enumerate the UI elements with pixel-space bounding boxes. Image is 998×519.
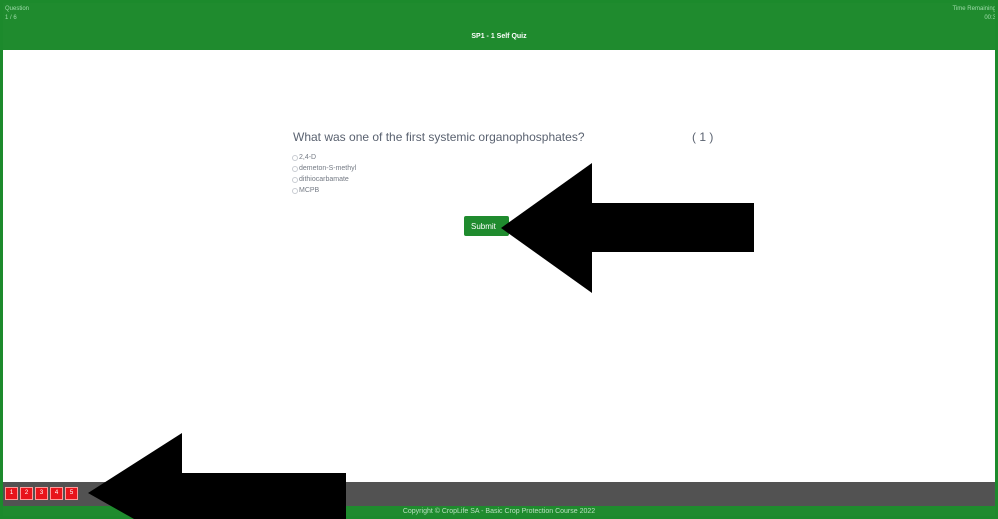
question-marks: ( 1 ) (692, 130, 714, 144)
radio-icon[interactable] (292, 154, 298, 161)
answer-option[interactable]: dithiocarbamate (292, 174, 356, 185)
quiz-title: SP1 - 1 Self Quiz (471, 33, 527, 40)
radio-icon[interactable] (292, 165, 298, 172)
question-nav-button-3[interactable]: 3 (35, 487, 48, 500)
question-navigation: 1 2 3 4 5 (5, 487, 78, 500)
arrow-annotation-icon (501, 163, 754, 293)
radio-icon[interactable] (292, 187, 298, 194)
answer-option[interactable]: MCPB (292, 185, 356, 196)
question-nav-button-4[interactable]: 4 (50, 487, 63, 500)
answer-option-label: dithiocarbamate (299, 176, 349, 183)
answer-option[interactable]: 2,4-D (292, 152, 356, 163)
quiz-header: Question 1 / 6 SP1 - 1 Self Quiz Time Re… (0, 0, 998, 50)
question-nav-button-2[interactable]: 2 (20, 487, 33, 500)
answer-option-label: 2,4-D (299, 154, 317, 161)
question-label: Question (5, 6, 30, 12)
question-nav-button-5[interactable]: 5 (65, 487, 78, 500)
question-counter: Question 1 / 6 (5, 5, 29, 23)
radio-icon[interactable] (292, 176, 298, 183)
answer-options: 2,4-D demeton-S-methyl dithiocarbamate M… (292, 152, 356, 196)
answer-option-label: MCPB (299, 187, 320, 194)
answer-option[interactable]: demeton-S-methyl (292, 163, 356, 174)
timer: Time Remaining 00:3 (953, 5, 996, 23)
time-value: 00:3 (984, 15, 996, 21)
question-nav-button-1[interactable]: 1 (5, 487, 18, 500)
arrow-annotation-icon (88, 433, 346, 519)
time-label: Time Remaining (952, 6, 996, 12)
question-text: What was one of the first systemic organ… (293, 130, 585, 144)
question-count: 1 / 6 (5, 15, 17, 21)
answer-option-label: demeton-S-methyl (299, 165, 357, 172)
